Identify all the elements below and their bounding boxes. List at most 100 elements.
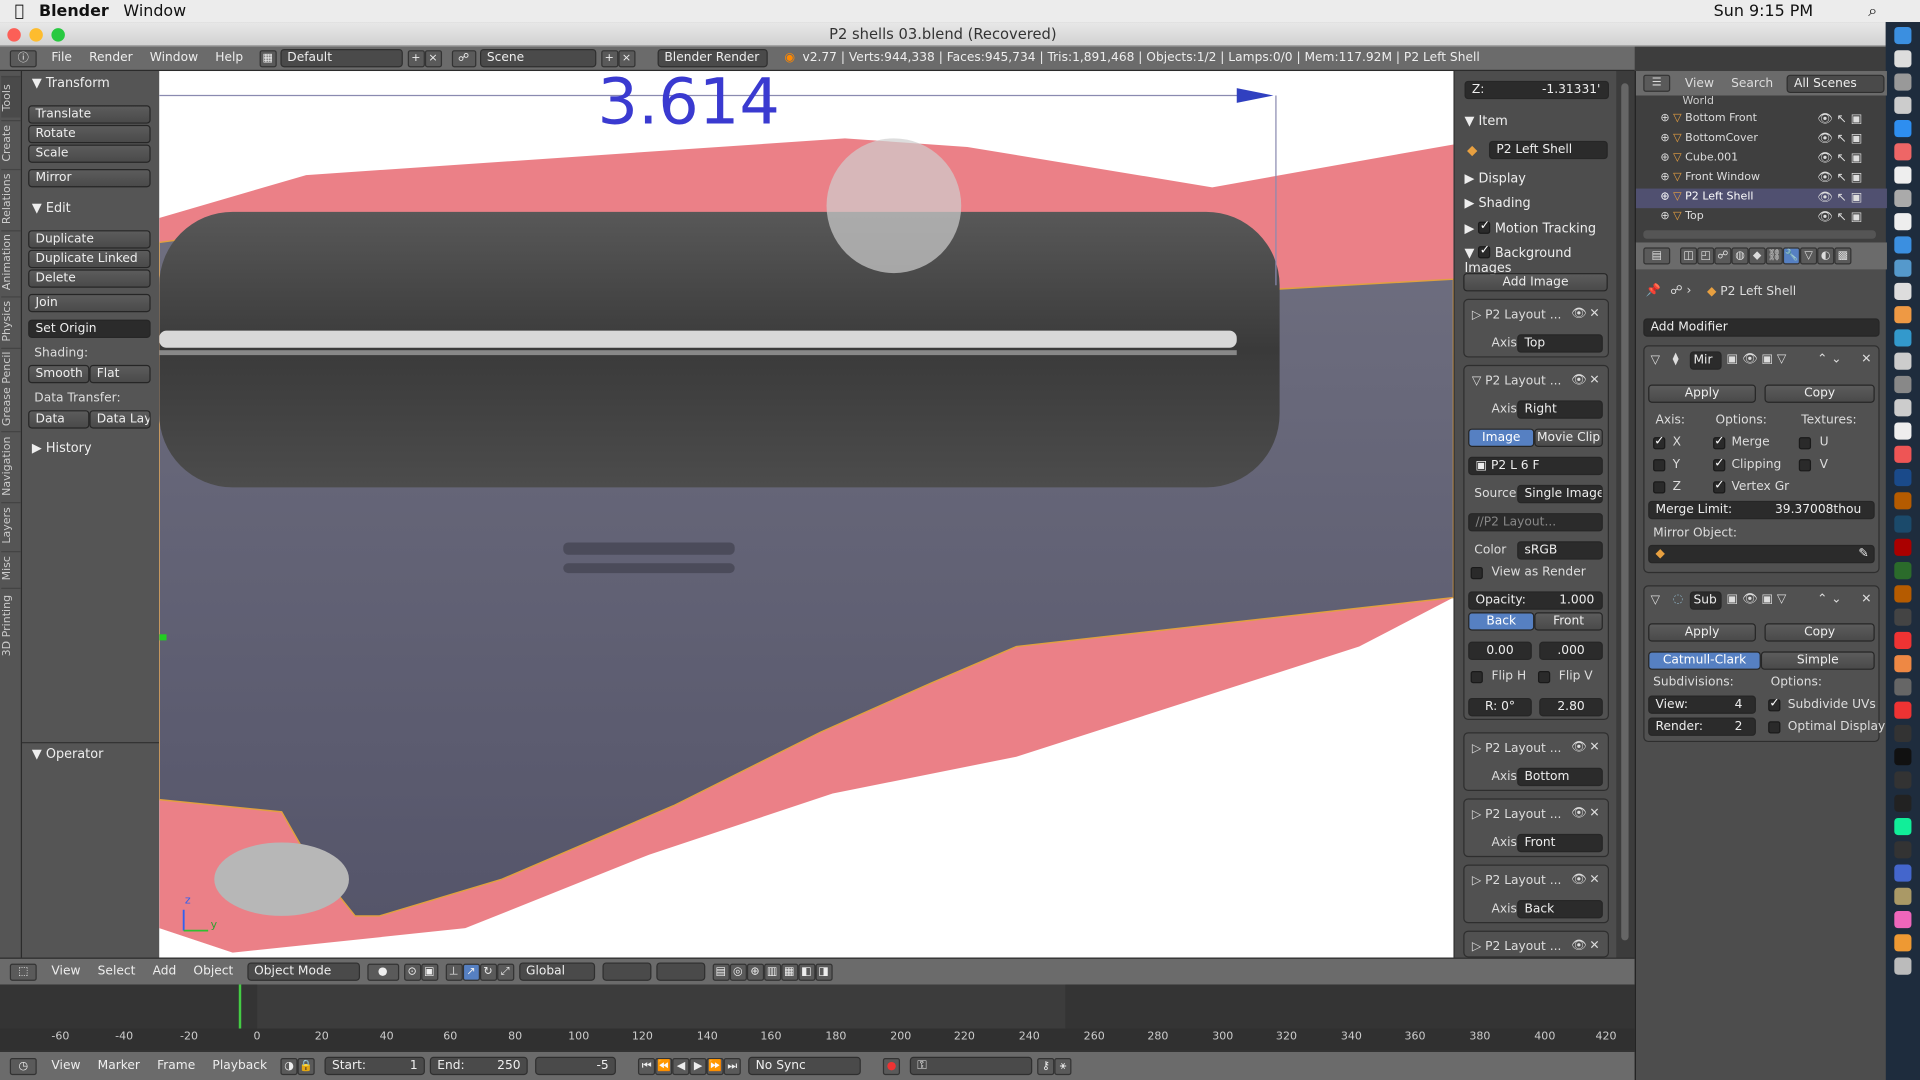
tab-navigation[interactable]: Navigation xyxy=(1,431,21,500)
apply-mirror-button[interactable]: Apply xyxy=(1648,384,1756,403)
axis-select-right[interactable]: Right xyxy=(1517,400,1603,419)
front-toggle[interactable]: Front xyxy=(1534,612,1603,631)
menu-render[interactable]: Render xyxy=(89,51,133,64)
dock-app-icon[interactable] xyxy=(1894,189,1912,207)
image-tab[interactable]: Image xyxy=(1468,428,1535,447)
tab-physics[interactable]: Physics xyxy=(1,296,21,346)
dock-app-icon[interactable] xyxy=(1894,282,1912,301)
remove-bg-icon[interactable]: ✕ xyxy=(1589,741,1599,754)
keying-set-field[interactable]: ⚿ xyxy=(909,1056,1033,1076)
add-screen-icon[interactable]: + xyxy=(407,49,425,67)
view-as-render-checkbox[interactable] xyxy=(1470,566,1483,580)
timeline[interactable]: -60 -40 -20 0 20 40 60 80 100 120 140 16… xyxy=(0,984,1635,1051)
offset-y-field[interactable]: .000 xyxy=(1539,641,1603,661)
viewport-shading-icon[interactable]: ● xyxy=(366,963,399,981)
photoshop-icon[interactable] xyxy=(1894,468,1912,487)
add-image-button[interactable]: Add Image xyxy=(1463,273,1608,292)
scale-button[interactable]: Scale xyxy=(28,144,151,163)
mirror-name-field[interactable]: Mir xyxy=(1689,351,1722,370)
world-tab-icon[interactable]: ◍ xyxy=(1731,247,1749,265)
modifier-visibility-icons[interactable]: ▣ 👁 ▣ ▽ xyxy=(1727,353,1787,366)
eye-icon[interactable]: 👁 xyxy=(1571,373,1587,386)
object-name-field[interactable]: P2 Left Shell xyxy=(1488,140,1608,160)
eye-icon[interactable]: 👁 xyxy=(1571,741,1587,754)
render-preview-icon[interactable]: ▦ xyxy=(780,963,798,981)
dock-app-icon[interactable] xyxy=(1894,631,1912,649)
flip-v-checkbox[interactable] xyxy=(1537,671,1551,684)
tab-grease-pencil[interactable]: Grease Pencil xyxy=(1,347,21,429)
smooth-button[interactable]: Smooth xyxy=(28,364,90,384)
snap-magnet-icon[interactable]: ⊕ xyxy=(746,963,764,981)
opengl-anim-icon[interactable]: ◨ xyxy=(814,963,833,981)
axis-y-checkbox[interactable] xyxy=(1653,459,1666,472)
visibility-icons[interactable]: 👁 ↖ ▣ xyxy=(1817,132,1862,145)
tree-item[interactable]: ⊕ ▽ Top xyxy=(1660,211,1703,223)
set-origin-select[interactable]: Set Origin xyxy=(28,319,151,338)
dock-app-icon[interactable] xyxy=(1894,259,1912,277)
rotate-button[interactable]: Rotate xyxy=(28,124,151,144)
lock-icon[interactable]: 🔒 xyxy=(297,1057,315,1075)
editor-type-icon[interactable]: ◷ xyxy=(9,1057,37,1075)
bg-image-name[interactable]: ▷ P2 Layout ... xyxy=(1472,808,1562,821)
eye-icon[interactable]: 👁 xyxy=(1571,939,1587,952)
insert-keyframe-icon[interactable]: ⚷ xyxy=(1037,1057,1055,1075)
sync-select[interactable]: No Sync xyxy=(748,1056,861,1076)
menu-view[interactable]: View xyxy=(51,1059,80,1072)
axis-z-checkbox[interactable] xyxy=(1653,481,1666,494)
end-frame-field[interactable]: End: 250 xyxy=(429,1056,528,1076)
outliner-scrollbar[interactable] xyxy=(1643,230,1876,239)
zoom-window-icon[interactable] xyxy=(51,28,65,42)
remove-modifier-icon[interactable]: ✕ xyxy=(1861,353,1871,366)
collapse-icon[interactable]: ▽ xyxy=(1651,354,1660,367)
rotation-field[interactable]: R: 0° xyxy=(1468,697,1532,717)
dock-app-icon[interactable] xyxy=(1894,236,1912,254)
manipulator-icon[interactable]: ⊥ xyxy=(445,963,463,981)
scale-manipulator-icon[interactable]: ⤢ xyxy=(496,963,514,981)
vertex-groups-checkbox[interactable] xyxy=(1713,479,1726,494)
screen-layout-icon[interactable]: ▦ xyxy=(259,49,277,67)
dock-app-icon[interactable] xyxy=(1894,771,1912,789)
data-tab-icon[interactable]: ▽ xyxy=(1800,247,1818,265)
menu-frame[interactable]: Frame xyxy=(157,1059,195,1072)
rotate-manipulator-icon[interactable]: ↻ xyxy=(479,963,497,981)
source-select[interactable]: Single Image xyxy=(1517,484,1603,504)
scene-field[interactable]: Scene xyxy=(479,48,596,68)
dock-app-icon[interactable] xyxy=(1894,887,1912,905)
remove-bg-icon[interactable]: ✕ xyxy=(1589,307,1599,320)
dock-app-icon[interactable] xyxy=(1894,306,1912,324)
add-scene-icon[interactable]: + xyxy=(600,49,618,67)
snap-icon[interactable]: ▣ xyxy=(420,963,438,981)
visibility-icons[interactable]: 👁 ↖ ▣ xyxy=(1817,171,1862,184)
duplicate-linked-button[interactable]: Duplicate Linked xyxy=(28,249,151,269)
3d-viewport[interactable]: 3.614 z y xyxy=(159,71,1454,958)
snap-element-icon[interactable]: ▥ xyxy=(763,963,781,981)
image-path-field[interactable]: //P2 Layout... xyxy=(1468,513,1603,532)
apply-subsurf-button[interactable]: Apply xyxy=(1648,623,1756,642)
subdivide-uvs-checkbox[interactable] xyxy=(1768,697,1781,712)
layer-lock-icon[interactable]: ▤ xyxy=(712,963,730,981)
jump-key-back-icon[interactable]: ⏪ xyxy=(655,1057,673,1075)
clipping-checkbox[interactable] xyxy=(1713,457,1726,472)
offset-x-field[interactable]: 0.00 xyxy=(1468,641,1532,661)
remove-modifier-icon[interactable]: ✕ xyxy=(1861,593,1871,606)
bg-image-name[interactable]: ▷ P2 Layout ... xyxy=(1472,874,1562,887)
copy-subsurf-button[interactable]: Copy xyxy=(1764,623,1875,642)
translate-button[interactable]: Translate xyxy=(28,105,151,124)
background-images-header[interactable]: ▼ Background Images xyxy=(1465,244,1617,276)
dock-app-icon[interactable] xyxy=(1894,701,1912,719)
axis-x-checkbox[interactable] xyxy=(1653,435,1666,450)
editor-type-icon[interactable]: ▤ xyxy=(1643,247,1671,265)
window-menu[interactable]: Window xyxy=(123,2,186,20)
back-toggle[interactable]: Back xyxy=(1468,612,1535,631)
dock-app-icon[interactable] xyxy=(1894,817,1912,836)
start-frame-field[interactable]: Start: 1 xyxy=(324,1056,426,1076)
scene-layers-2[interactable] xyxy=(655,962,705,981)
scene-layers-1[interactable] xyxy=(601,962,651,981)
render-tab-icon[interactable]: ◫ xyxy=(1680,247,1698,265)
editor-type-icon[interactable]: ⬚ xyxy=(9,963,37,981)
tree-item[interactable]: ⊕ ▽ BottomCover xyxy=(1660,132,1757,144)
menu-marker[interactable]: Marker xyxy=(98,1059,140,1072)
tree-item[interactable]: ⊕ ▽ Bottom Front xyxy=(1660,113,1757,125)
current-frame-field[interactable]: -5 xyxy=(535,1056,617,1076)
texture-tab-icon[interactable]: ▩ xyxy=(1834,247,1852,265)
